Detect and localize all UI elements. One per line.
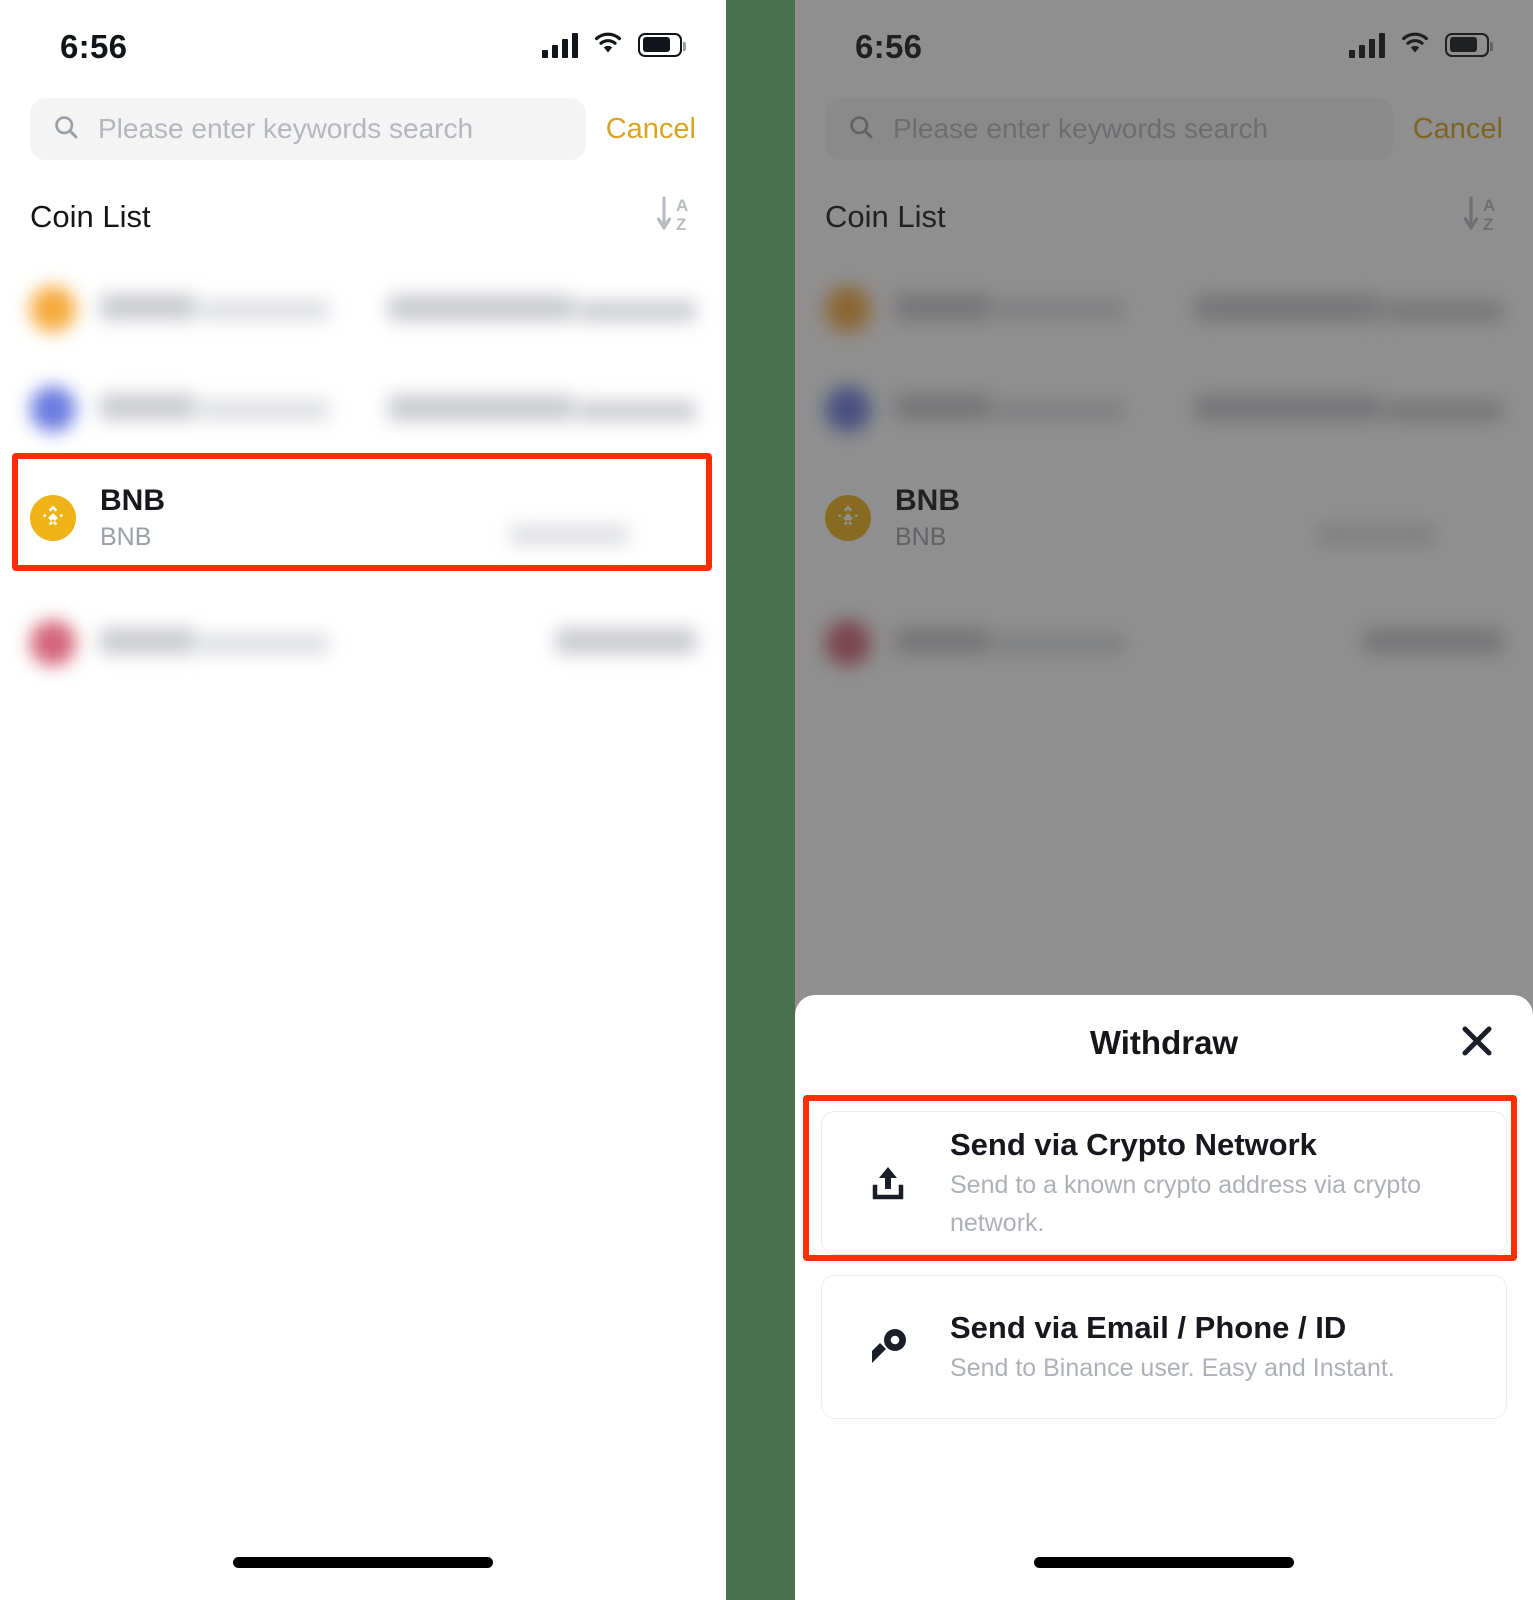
option-title: Send via Email / Phone / ID [950, 1310, 1347, 1345]
status-bar-time: 6:56 [60, 28, 128, 65]
coin-list: BNB BNB [0, 259, 726, 693]
coin-list-header: Coin List A Z [0, 166, 726, 259]
coin-balance [387, 393, 696, 426]
search-placeholder: Please enter keywords search [98, 113, 474, 144]
wifi-icon [592, 30, 624, 59]
coin-icon [30, 286, 76, 332]
search-bar: Please enter keywords search Cancel [0, 92, 726, 166]
coin-value [578, 300, 696, 321]
coin-balance [556, 627, 696, 659]
list-item[interactable] [0, 593, 726, 693]
list-item-bnb[interactable]: BNB BNB [0, 459, 726, 577]
option-description: Send to Binance user. Easy and Instant. [950, 1354, 1395, 1382]
coin-value [510, 525, 628, 545]
option-title: Send via Crypto Network [950, 1127, 1317, 1162]
coin-amount [387, 394, 574, 421]
coin-icon [30, 386, 76, 432]
coin-amount [510, 491, 696, 517]
bnb-coin-icon [30, 495, 76, 541]
coin-icon [30, 620, 76, 666]
coin-symbol [199, 633, 330, 654]
option-send-via-crypto-network[interactable]: Send via Crypto Network Send to a known … [821, 1111, 1507, 1255]
coin-row-bnb-wrapper: BNB BNB [0, 453, 726, 577]
svg-text:A: A [676, 196, 688, 215]
coin-name [100, 293, 195, 320]
cancel-button[interactable]: Cancel [600, 113, 696, 146]
withdraw-sheet-header: Withdraw [821, 995, 1507, 1091]
home-indicator[interactable] [1034, 1557, 1294, 1568]
list-item[interactable] [0, 359, 726, 459]
coin-value [578, 400, 696, 421]
close-icon[interactable] [1457, 1021, 1497, 1061]
search-input[interactable]: Please enter keywords search [30, 98, 586, 160]
option-description: Send to a known crypto address via crypt… [950, 1171, 1422, 1237]
screenshot-stage: 6:56 Please enter keywords search Cancel… [0, 0, 1533, 1600]
coin-balance [510, 491, 696, 545]
page-title: Coin List [30, 198, 151, 234]
coin-name [100, 393, 195, 420]
battery-icon [638, 32, 686, 57]
coin-name: BNB [100, 484, 165, 517]
option-send-via-email-phone-id[interactable]: Send via Email / Phone / ID Send to Bina… [821, 1275, 1507, 1419]
status-bar: 6:56 [0, 0, 726, 92]
coin-symbol [199, 299, 330, 320]
upload-icon [866, 1161, 910, 1205]
status-bar-icons [542, 30, 686, 59]
coin-amount [387, 294, 574, 321]
coin-symbol [199, 399, 330, 420]
search-icon [52, 113, 80, 146]
svg-text:Z: Z [676, 215, 686, 234]
withdraw-title: Withdraw [1089, 1024, 1239, 1061]
home-indicator[interactable] [233, 1557, 493, 1568]
coin-balance [387, 293, 696, 326]
list-item[interactable] [0, 259, 726, 359]
coin-amount [556, 627, 696, 654]
withdraw-sheet: Withdraw Send via Crypto Network Send to… [795, 995, 1533, 1600]
cellular-signal-icon [542, 32, 578, 58]
sort-alpha-descending-icon[interactable]: A Z [654, 192, 694, 241]
coin-name [100, 627, 195, 654]
send-user-icon [866, 1325, 910, 1369]
phone-screen-left: 6:56 Please enter keywords search Cancel… [0, 0, 726, 1600]
coin-symbol: BNB [100, 523, 152, 551]
phone-screen-right: 6:56 [795, 0, 1533, 1600]
